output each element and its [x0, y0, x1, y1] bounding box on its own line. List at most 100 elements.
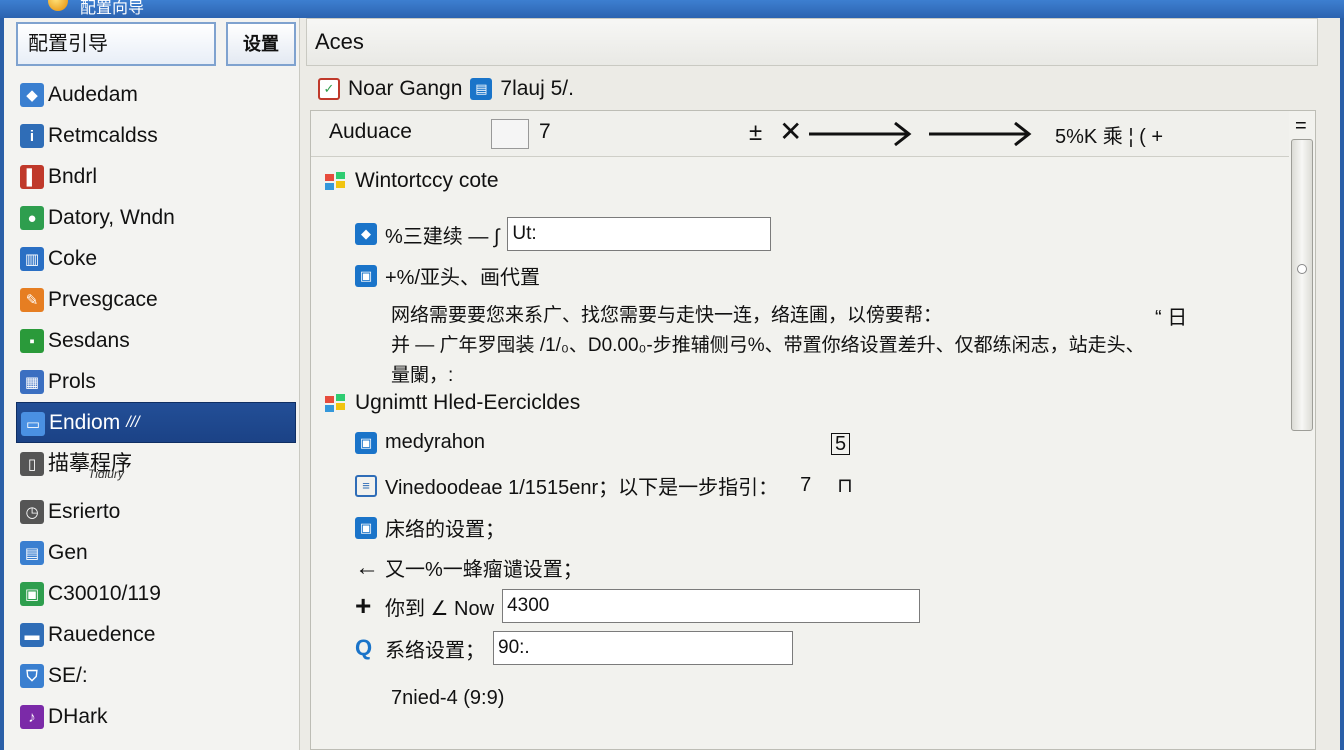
- para-line2: 并 — 广年罗囤装 /1/₀、D0.00₀-步推辅侧弓%、带置你络设置差升、仅都…: [391, 335, 1145, 356]
- sidebar-item-label: Endiom: [49, 410, 121, 434]
- sidebar-item[interactable]: ▭ Endiom ///: [16, 402, 296, 443]
- sidebar-search-input[interactable]: 配置引导: [16, 22, 216, 66]
- sidebar-item-label: Rauedence: [48, 622, 156, 646]
- section2-footer: 7nied-4 (9:9): [391, 687, 504, 710]
- row2-mark: ⊓: [837, 475, 853, 497]
- section2-row1: ▣ medyrahon: [355, 431, 485, 454]
- sidebar-item-label: DHark: [48, 704, 108, 728]
- sidebar: 配置引导 设置 ◆ Audedam i Retmcaldss ▌ Bndrl ● Datory…: [4, 18, 300, 750]
- window-icon: ▭: [21, 412, 45, 436]
- window-icon: ▣: [355, 264, 377, 287]
- sidebar-item-label: Esrierto: [48, 499, 121, 523]
- description-paragraph: 网络需要要您来系广、找您需要与走快一连，络连圃，以傍要帮： 并 — 广年罗囤装 …: [391, 301, 1271, 391]
- sidebar-item[interactable]: ▥ Coke: [16, 238, 296, 279]
- sidebar-item[interactable]: ▯ 描摹程序 Tidiury: [16, 443, 296, 491]
- window-icon: ▣: [355, 516, 377, 539]
- section2-row5: + 你到 ∠ Now 4300: [355, 589, 921, 623]
- sidebar-item[interactable]: ⛉ SE/:: [16, 655, 296, 696]
- plus-icon[interactable]: +: [355, 590, 377, 622]
- vertical-scrollbar[interactable]: [1291, 139, 1313, 431]
- para-mark: “ 日: [1155, 307, 1188, 329]
- sidebar-item[interactable]: ▤ Gen: [16, 532, 296, 573]
- sidebar-item-label: Sesdans: [48, 328, 130, 352]
- sidebar-item-suffix: ///: [126, 413, 140, 431]
- para-line3: 量闌，:: [391, 365, 454, 386]
- row6-label: 系络设置；: [385, 639, 485, 662]
- window-icon: ▣: [355, 431, 377, 454]
- row1-label: %三建续 — ∫: [385, 225, 500, 248]
- sidebar-item[interactable]: ▦ Prols: [16, 361, 296, 402]
- row1-input[interactable]: Ut:: [507, 217, 772, 251]
- sidebar-item-label: Retmcaldss: [48, 123, 158, 147]
- row4-label: 又一%一蜂瘤谴设置；: [385, 559, 583, 581]
- sidebar-item[interactable]: ● Datory, Wndn: [16, 197, 296, 238]
- section-heading: Ugnimtt Hled-Eercicldes: [325, 391, 580, 415]
- note-icon: ♪: [20, 705, 44, 729]
- sidebar-item[interactable]: ▬ Rauedence: [16, 614, 296, 655]
- sidebar-item[interactable]: ◷ Esrierto: [16, 491, 296, 532]
- folder-icon: ▤: [470, 78, 493, 100]
- row6-input[interactable]: 90:.: [493, 631, 793, 665]
- scroll-grip-icon[interactable]: [1297, 264, 1307, 274]
- row2-label: Vinedoodeae 1/1515enr；以下是一步指引：: [385, 477, 779, 499]
- clock-icon: ◷: [20, 500, 44, 524]
- breadcrumb-part2[interactable]: 7lauj 5/.: [500, 77, 574, 101]
- medyrahon-label: medyrahon: [385, 431, 486, 453]
- section2-row6: Q 系络设置； 90:.: [355, 631, 793, 665]
- audience-value: 7: [539, 120, 551, 143]
- windows-flag-icon: [325, 394, 347, 412]
- search-icon[interactable]: Q: [355, 635, 377, 661]
- arrow-left-icon[interactable]: ←: [355, 554, 379, 582]
- calendar-icon: ▣: [20, 582, 44, 606]
- user-group-icon: ◆: [20, 83, 44, 107]
- sidebar-nav: ◆ Audedam i Retmcaldss ▌ Bndrl ● Datory, Wndn ▥ C…: [16, 74, 296, 737]
- settings-panel: Auduace 7 ± ✕ 5%K 乘 ¦ ( + = Wintortccy c…: [310, 110, 1316, 750]
- folder-icon: ▬: [20, 623, 44, 647]
- scroll-menu-icon[interactable]: =: [1295, 115, 1307, 138]
- network-icon: ◆: [355, 223, 377, 245]
- row5-input[interactable]: 4300: [502, 589, 921, 623]
- sidebar-item-label: Prols: [48, 369, 96, 393]
- main-header: Aces: [306, 18, 1318, 66]
- audience-checkbox[interactable]: [491, 119, 529, 149]
- sidebar-item-label: Audedam: [48, 82, 138, 106]
- sidebar-item[interactable]: ▪ Sesdans: [16, 320, 296, 361]
- page-icon: ▯: [20, 452, 44, 476]
- sidebar-item[interactable]: ♪ DHark: [16, 696, 296, 737]
- flow-indicator: ± ✕ 5%K 乘 ¦ ( +: [749, 111, 1289, 157]
- sidebar-item-label: Prvesgcace: [48, 287, 158, 311]
- sidebar-item[interactable]: ✎ Prvesgcace: [16, 279, 296, 320]
- camera-icon: ▪: [20, 329, 44, 353]
- sidebar-item[interactable]: ◆ Audedam: [16, 74, 296, 115]
- row2-label: +%/亚头、画代置: [385, 267, 541, 289]
- plus-minus-icon[interactable]: ±: [749, 119, 762, 147]
- sidebar-item-label: Coke: [48, 246, 98, 270]
- para-line1: 网络需要要您来系广、找您需要与走快一连，络连圃，以傍要帮：: [391, 305, 943, 326]
- sidebar-item[interactable]: i Retmcaldss: [16, 115, 296, 156]
- row3-label: 床络的设置；: [385, 519, 505, 541]
- form-icon: ≡: [355, 474, 377, 497]
- breadcrumb: ✓ Noar Gangn ▤ 7lauj 5/.: [318, 74, 574, 104]
- breadcrumb-part1[interactable]: Noar Gangn: [348, 77, 462, 101]
- column-icon: ▥: [20, 247, 44, 271]
- close-icon[interactable]: ✕: [779, 115, 802, 148]
- flow-end-label: 5%K 乘 ¦ ( +: [1055, 126, 1164, 148]
- row1-mark-box[interactable]: 5: [831, 433, 851, 455]
- arrow-right-icon: [929, 121, 1032, 147]
- footer-text: 7nied-4 (9:9): [391, 687, 505, 709]
- audience-label: Auduace: [329, 120, 412, 143]
- panel-toolbar: Auduace 7 ± ✕ 5%K 乘 ¦ ( +: [311, 111, 1289, 157]
- sidebar-item[interactable]: ▣ C30010/119: [16, 573, 296, 614]
- info-page-icon: i: [20, 124, 44, 148]
- sidebar-item[interactable]: ▌ Bndrl: [16, 156, 296, 197]
- brush-icon: ✎: [20, 288, 44, 312]
- row2-value: 7: [800, 474, 812, 496]
- window-title: 配置向导: [80, 0, 145, 17]
- sidebar-item-label: C30010/119: [48, 581, 161, 605]
- globe-icon: ●: [20, 206, 44, 230]
- sidebar-item-label: Gen: [48, 540, 88, 564]
- row5-label: 你到 ∠ Now: [385, 597, 495, 620]
- sidebar-settings-button[interactable]: 设置: [226, 22, 296, 66]
- title-bar: 配置向导: [0, 0, 1344, 18]
- sidebar-item-label: Bndrl: [48, 164, 98, 188]
